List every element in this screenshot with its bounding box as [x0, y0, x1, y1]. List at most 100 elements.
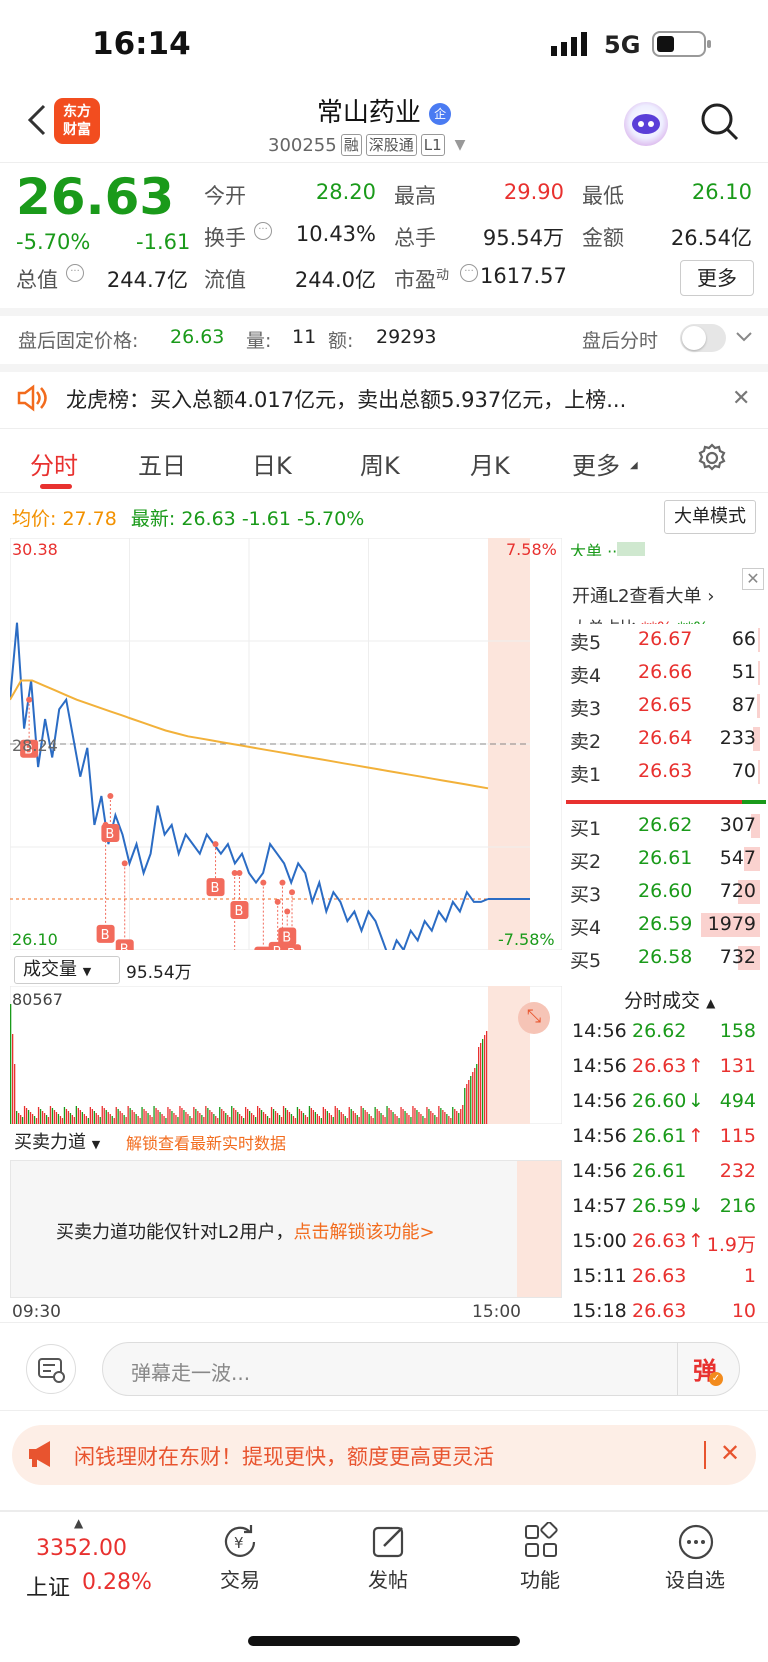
- volume-bar: [340, 1112, 342, 1124]
- ticks-header[interactable]: 分时成交 ▲: [624, 986, 715, 1013]
- volume-bar: [404, 1111, 406, 1124]
- buy-level-row[interactable]: 买2 26.61 547: [566, 845, 766, 875]
- buy-level-row[interactable]: 买4 26.59 1979: [566, 911, 766, 941]
- l2-promo-link[interactable]: 开通L2查看大单 ›: [572, 582, 714, 608]
- after-hours-vol-label: 量:: [246, 330, 272, 352]
- volume-bar: [225, 1113, 227, 1124]
- nav-watchlist[interactable]: 设自选: [650, 1522, 740, 1602]
- tick-row: 14:56 26.61 232: [566, 1158, 766, 1188]
- volume-bar: [247, 1109, 249, 1124]
- volume-bar: [416, 1110, 418, 1124]
- after-hours-toggle[interactable]: [680, 324, 726, 352]
- nav-post[interactable]: 发帖: [348, 1522, 428, 1602]
- gear-icon[interactable]: [696, 442, 728, 478]
- volume-bar: [201, 1115, 203, 1124]
- volume-bar: [296, 1107, 299, 1124]
- volume-bar: [474, 1068, 476, 1124]
- tick-volume: 232: [719, 1160, 756, 1182]
- close-icon[interactable]: ✕: [732, 386, 750, 411]
- big-order-mode-button[interactable]: 大单模式: [664, 500, 756, 534]
- tab-intraday[interactable]: 分时: [30, 446, 78, 481]
- enterprise-badge: 企: [429, 102, 452, 125]
- volume-bar: [161, 1114, 163, 1124]
- tick-price: 26.63: [632, 1265, 687, 1287]
- volume-bar: [27, 1110, 30, 1124]
- intraday-chart[interactable]: BBBBBBBBBBBB: [9, 537, 563, 979]
- volume-bar: [205, 1106, 207, 1124]
- buy-level-row[interactable]: 买3 26.60 720: [566, 878, 766, 908]
- volume-bar: [344, 1116, 346, 1124]
- volume-bar: [334, 1106, 336, 1124]
- tab-more[interactable]: 更多: [572, 446, 620, 481]
- force-selector[interactable]: 买卖力道 ▼: [14, 1128, 100, 1154]
- volume-bar: [406, 1113, 408, 1124]
- volume-bar: [428, 1109, 430, 1124]
- volume-bar: [221, 1109, 223, 1124]
- volume-bar: [18, 1113, 20, 1124]
- sell-level-row[interactable]: 卖1 26.63 70: [566, 758, 766, 788]
- sell-level-volume: 233: [719, 727, 756, 749]
- tick-row: 15:11 26.63 1: [566, 1263, 766, 1293]
- expand-icon[interactable]: ⤡: [518, 1002, 550, 1034]
- buy-level-row[interactable]: 买5 26.58 732: [566, 944, 766, 974]
- tag-level: L1: [420, 134, 445, 156]
- volume-bar: [438, 1106, 440, 1124]
- index-pct: 0.28%: [82, 1570, 152, 1595]
- nav-functions[interactable]: 功能: [500, 1521, 580, 1602]
- force-unlock-button[interactable]: 点击解锁该功能>: [293, 1222, 434, 1243]
- more-dots-icon: [676, 1522, 716, 1566]
- sell-level-row[interactable]: 卖4 26.66 51: [566, 659, 766, 689]
- volume-bar: [55, 1112, 58, 1124]
- volume-bar: [364, 1110, 366, 1124]
- info-icon[interactable]: ···: [254, 222, 272, 240]
- more-button[interactable]: 更多: [680, 260, 754, 296]
- volume-bar: [14, 1064, 16, 1124]
- danmaku-send-button[interactable]: 弹✓: [693, 1351, 723, 1386]
- ad-banner[interactable]: 闲钱理财在东财！提现更快，额度更高更灵活 ✕: [12, 1425, 756, 1485]
- tab-five-day[interactable]: 五日: [138, 446, 186, 481]
- sell-level-row[interactable]: 卖2 26.64 233: [566, 725, 766, 755]
- danmaku-input[interactable]: 弹幕走一波... 弹✓: [102, 1342, 740, 1396]
- search-icon[interactable]: [700, 102, 740, 142]
- sell-level-volume: 51: [731, 661, 756, 683]
- after-hours-label: 盘后固定价格:: [18, 330, 139, 352]
- volume-bar: [59, 1116, 62, 1124]
- volume-bar: [462, 1105, 464, 1124]
- volume-bar: [21, 1117, 24, 1124]
- info-icon[interactable]: ···: [66, 264, 84, 282]
- volume-bar: [278, 1115, 281, 1124]
- volume-bar: [199, 1113, 201, 1124]
- close-icon[interactable]: ✕: [720, 1439, 740, 1467]
- info-icon[interactable]: ···: [460, 264, 478, 282]
- volume-bar: [448, 1116, 450, 1124]
- nav-trade[interactable]: ¥ 交易: [200, 1522, 280, 1602]
- sell-level-row[interactable]: 卖5 26.67 66: [566, 626, 766, 656]
- force-unlock-link[interactable]: 解锁查看最新实时数据: [126, 1130, 286, 1154]
- volume-bar: [302, 1113, 305, 1124]
- svg-text:B: B: [120, 942, 129, 950]
- tag-margin: 融: [340, 134, 362, 156]
- tab-daily-k[interactable]: 日K: [252, 446, 292, 481]
- dropdown-arrow-icon[interactable]: ▼: [455, 137, 466, 153]
- volume-selector[interactable]: 成交量 ▼: [14, 956, 120, 984]
- sell-level-row[interactable]: 卖3 26.65 87: [566, 692, 766, 722]
- volume-bar: [25, 1108, 28, 1124]
- tab-weekly-k[interactable]: 周K: [360, 446, 400, 481]
- comment-list-icon[interactable]: [26, 1344, 76, 1394]
- index-ticker[interactable]: ▲ 3352.00 上证 0.28%: [18, 1516, 168, 1616]
- robot-avatar-icon[interactable]: [624, 102, 668, 146]
- tab-monthly-k[interactable]: 月K: [470, 446, 510, 481]
- tick-time: 14:56: [572, 1125, 627, 1147]
- volume-bar: [456, 1111, 458, 1124]
- volume-bar: [432, 1113, 434, 1124]
- volume-bar: [486, 1031, 488, 1124]
- volume-bar: [284, 1108, 287, 1124]
- chevron-down-icon[interactable]: [734, 326, 754, 350]
- volume-bar: [12, 1034, 14, 1124]
- buy-level-row[interactable]: 买1 26.62 307: [566, 812, 766, 842]
- volume-bar: [197, 1111, 199, 1124]
- close-icon[interactable]: ✕: [742, 568, 764, 590]
- tab-active-indicator: [40, 484, 72, 489]
- sell-level-label: 卖3: [570, 698, 602, 720]
- volume-bar: [191, 1118, 193, 1124]
